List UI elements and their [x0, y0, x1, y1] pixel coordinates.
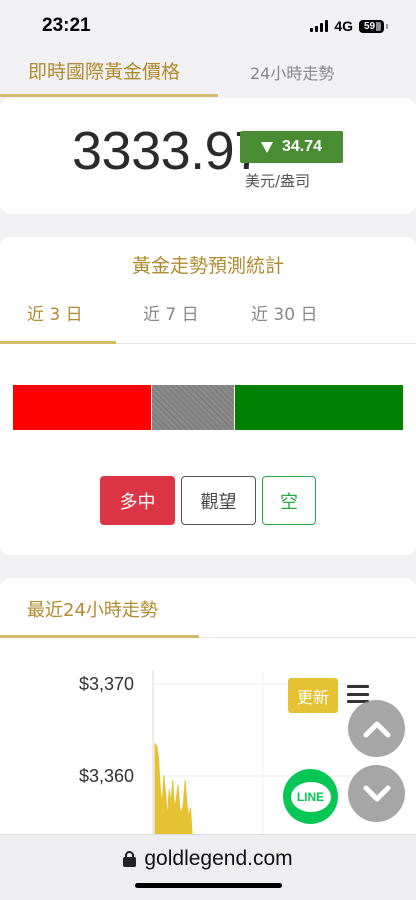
data-point	[189, 807, 192, 809]
price-change-badge: 34.74	[240, 131, 343, 163]
data-point	[186, 803, 188, 805]
price-unit: 美元/盎司	[245, 172, 311, 190]
gold-price: 3333.97	[72, 121, 264, 181]
chevron-down-icon	[363, 785, 390, 801]
update-button[interactable]: 更新	[288, 678, 338, 713]
down-arrow-icon	[260, 141, 273, 153]
forecast-title: 黃金走勢預測統計	[131, 255, 284, 277]
data-point	[188, 816, 190, 818]
forecast-card: 黃金走勢預測統計 近 3 日 近 7 日 近 30 日 多中 觀望 空	[0, 237, 416, 555]
tab-active-indicator	[0, 94, 218, 97]
price-area-series	[154, 742, 195, 835]
status-indicators: 4G 59	[310, 18, 388, 34]
bear-segment	[235, 385, 403, 430]
data-point	[161, 803, 163, 805]
signal-icon	[310, 20, 329, 32]
neutral-segment	[151, 385, 236, 430]
data-point	[163, 775, 165, 777]
history-divider	[199, 637, 416, 638]
tab-24h-trend[interactable]: 24小時走勢	[250, 60, 334, 84]
neutral-legend-button[interactable]: 觀望	[181, 476, 256, 525]
history-title: 最近24小時走勢	[27, 600, 158, 621]
lock-icon	[123, 851, 137, 867]
line-icon: LINE	[290, 781, 331, 812]
data-point	[184, 780, 186, 782]
status-bar: 23:21 4G 59	[0, 0, 416, 48]
battery-level: 59	[363, 20, 376, 32]
chevron-up-icon	[363, 721, 390, 737]
data-point	[159, 789, 161, 791]
bull-segment	[13, 385, 152, 430]
period-active-indicator	[0, 341, 116, 344]
data-point	[156, 746, 158, 748]
data-point	[166, 816, 168, 818]
tab-30-days[interactable]: 近 30 日	[251, 300, 317, 325]
data-point	[172, 780, 174, 782]
data-point	[165, 793, 167, 795]
line-share-button[interactable]: LINE	[283, 769, 338, 824]
data-point	[173, 807, 176, 809]
chart-menu-icon[interactable]	[347, 685, 369, 703]
bull-legend-button[interactable]: 多中	[100, 476, 175, 525]
top-tabs: 即時國際黃金價格 24小時走勢	[0, 48, 416, 98]
battery-icon: 59	[359, 19, 384, 33]
period-divider	[116, 343, 416, 344]
tab-7-days[interactable]: 近 7 日	[143, 300, 199, 325]
tab-3-days[interactable]: 近 3 日	[27, 300, 83, 325]
price-change-value: 34.74	[281, 138, 323, 155]
data-point	[175, 798, 177, 800]
data-point	[179, 807, 181, 809]
data-point	[182, 803, 184, 805]
history-active-indicator	[0, 635, 199, 638]
browser-bar: goldlegend.com	[0, 834, 416, 900]
data-point	[177, 784, 179, 786]
scroll-up-button[interactable]	[348, 700, 405, 757]
data-point	[181, 812, 183, 814]
data-point	[157, 757, 160, 759]
data-point	[154, 743, 156, 745]
scroll-down-button[interactable]	[348, 765, 405, 822]
data-point	[170, 803, 172, 805]
price-card: 3333.97	[0, 98, 416, 214]
status-time: 23:21	[42, 15, 91, 36]
home-indicator	[135, 883, 282, 888]
tab-realtime-price[interactable]: 即時國際黃金價格	[28, 57, 180, 84]
y-tick-label: $3,370	[79, 674, 134, 694]
data-point	[168, 789, 170, 791]
y-tick-label: $3,360	[79, 766, 134, 786]
network-label: 4G	[334, 18, 353, 34]
battery-tip	[386, 23, 388, 29]
bear-legend-button[interactable]: 空	[262, 476, 316, 525]
forecast-distribution-bar	[13, 385, 403, 430]
address-bar[interactable]: goldlegend.com	[0, 847, 416, 871]
url-text: goldlegend.com	[144, 847, 293, 870]
